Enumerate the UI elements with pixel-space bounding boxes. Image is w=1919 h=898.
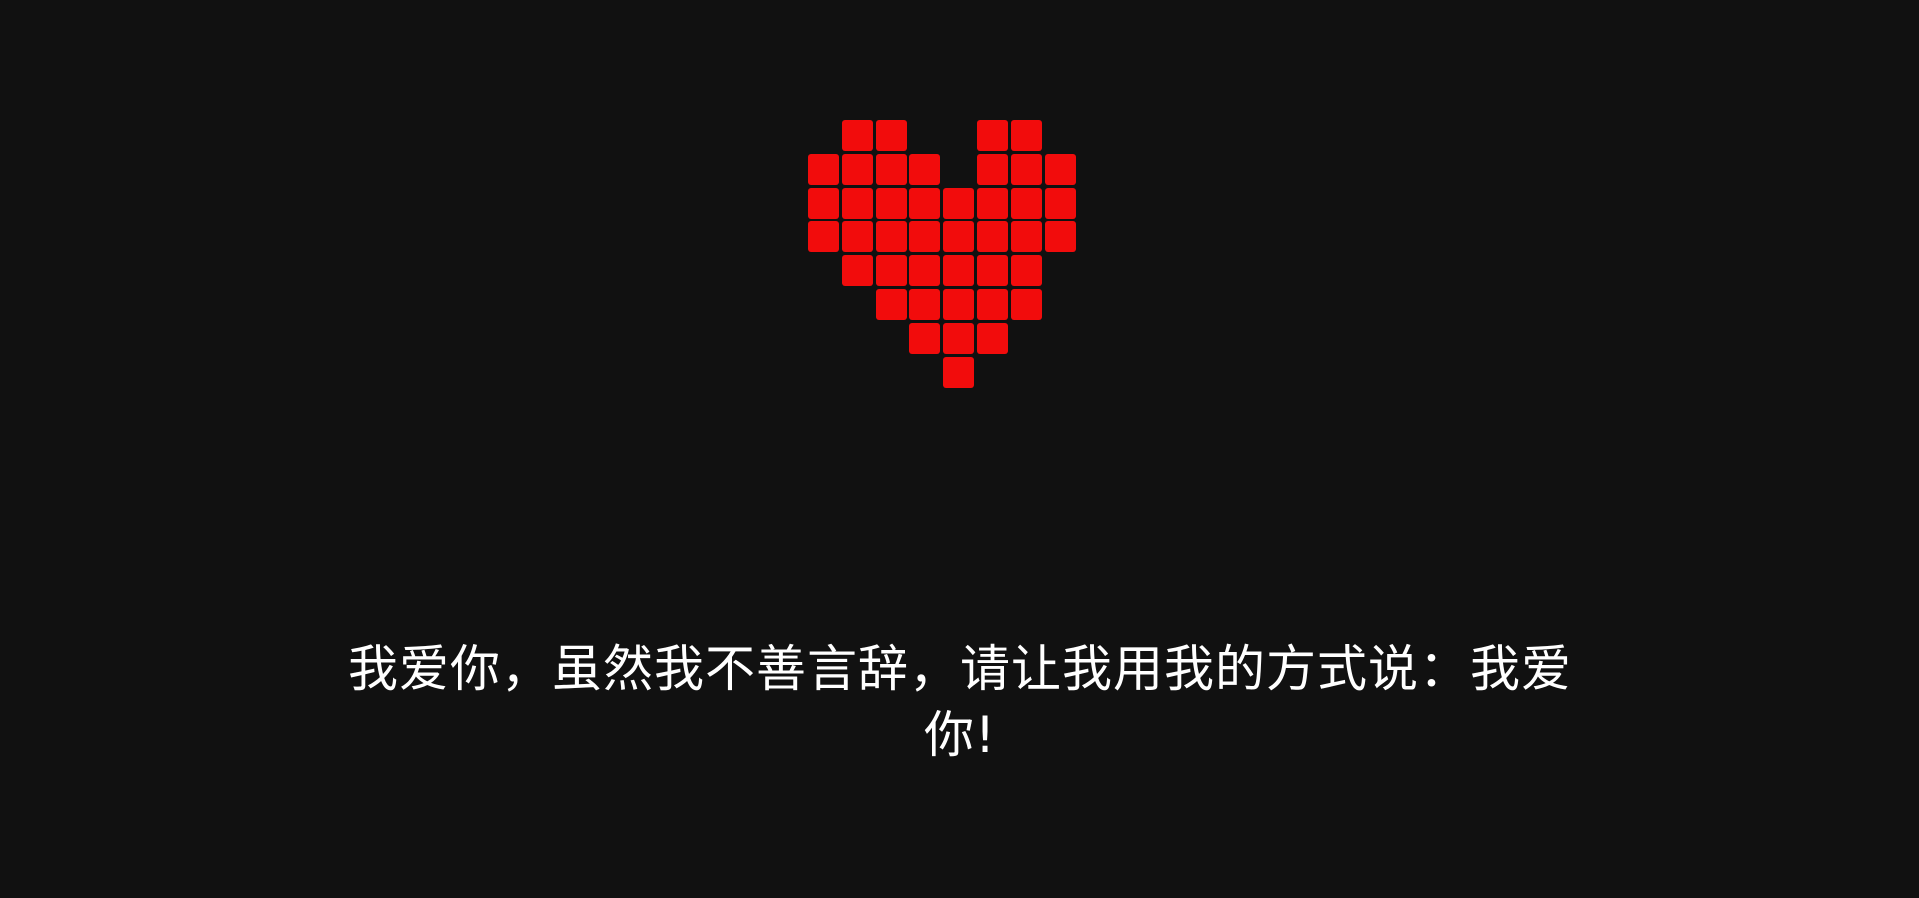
heart-pixel xyxy=(1045,154,1076,185)
heart-pixel xyxy=(909,289,940,320)
heart-pixel xyxy=(842,154,873,185)
heart-pixel xyxy=(977,255,1008,286)
love-page: 我爱你，虽然我不善言辞，请让我用我的方式说：我爱你! xyxy=(0,0,1919,898)
heart-pixel xyxy=(943,323,974,354)
heart-pixel xyxy=(977,289,1008,320)
heart-pixel xyxy=(977,188,1008,219)
heart-pixel xyxy=(977,154,1008,185)
heart-pixel xyxy=(909,255,940,286)
heart-pixel xyxy=(1011,120,1042,151)
heart-pixel xyxy=(842,221,873,252)
heart-pixel xyxy=(876,221,907,252)
heart-pixel xyxy=(1011,188,1042,219)
heart-pixel xyxy=(1011,289,1042,320)
heart-pixel xyxy=(909,188,940,219)
heart-pixel xyxy=(808,221,839,252)
heart-pixel xyxy=(808,188,839,219)
heart-pixel xyxy=(842,120,873,151)
heart-pixel xyxy=(1011,154,1042,185)
heart-pixel xyxy=(808,154,839,185)
heart-pixel xyxy=(943,221,974,252)
heart-pixel xyxy=(876,255,907,286)
heart-pixel xyxy=(1011,221,1042,252)
heart-pixel xyxy=(842,188,873,219)
heart-pixel xyxy=(909,323,940,354)
heart-pixel xyxy=(943,289,974,320)
heart-pixel xyxy=(909,221,940,252)
heart-pixel xyxy=(909,154,940,185)
heart-pixel xyxy=(876,154,907,185)
heart-pixel xyxy=(943,188,974,219)
heart-pixel xyxy=(1045,188,1076,219)
heart-pixel xyxy=(876,188,907,219)
heart-pixel xyxy=(943,255,974,286)
heart-pixel xyxy=(842,255,873,286)
heart-pixel xyxy=(977,323,1008,354)
love-message: 我爱你，虽然我不善言辞，请让我用我的方式说：我爱你! xyxy=(348,640,1572,764)
heart-pixel xyxy=(1011,255,1042,286)
heart-pixel xyxy=(943,357,974,388)
heart-pixel xyxy=(977,120,1008,151)
heart-pixel xyxy=(876,120,907,151)
heart-pixel xyxy=(876,289,907,320)
heart-pixel xyxy=(977,221,1008,252)
heart-pixel xyxy=(1045,221,1076,252)
